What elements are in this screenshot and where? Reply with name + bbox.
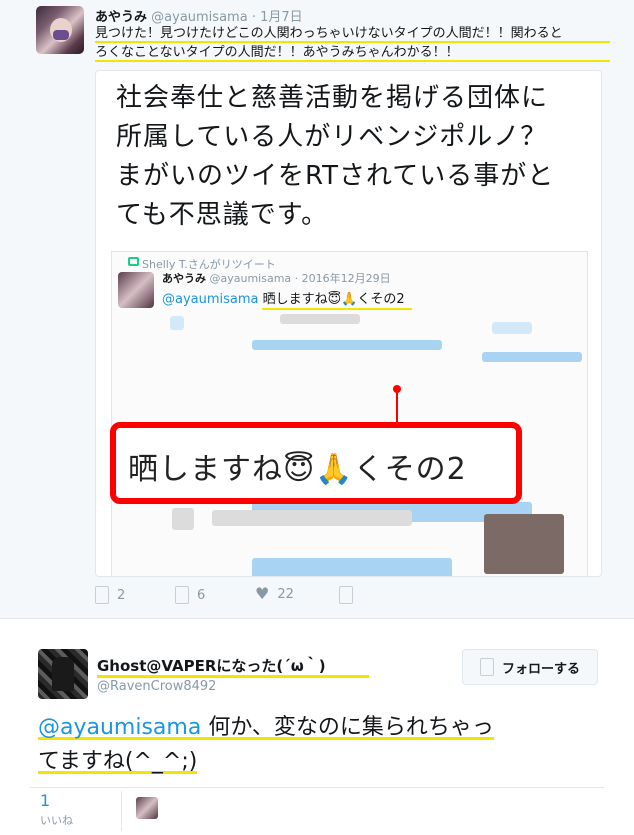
highlight-underline [262,308,412,310]
blurred-content [484,514,564,574]
callout-pointer-line [396,389,398,425]
quoted-tweet: あやうみ @ayaumisama · 1月7日 見つけた！見つけたけどこの人関わ… [0,0,634,618]
reply-button[interactable]: 2 [95,586,125,604]
blurred-content [212,510,412,526]
liker-avatar[interactable] [136,797,158,819]
retweet-icon [128,257,139,266]
reply-text: @ayaumisama 何か、変なのに集られちゃっ てますね(^_^;) [38,711,598,779]
attached-image[interactable]: 社会奉仕と慈善活動を掲げる団体に 所属している人がリベンジポルノ？ まがいのツイ… [95,70,602,577]
avatar[interactable] [36,6,84,54]
reply-count: 2 [117,587,126,603]
tweet-text-line: 見つけた！見つけたけどこの人関わっちゃいけないタイプの人間だ！！関わると [95,24,610,43]
follow-label: フォローする [501,661,580,677]
handle-date: @ayaumisama · 2016年12月29日 [209,272,391,285]
avatar[interactable] [38,649,88,699]
blurred-content [172,508,194,530]
blurred-content [492,322,532,334]
blurred-content [482,352,582,362]
mention: @ayaumisama [162,292,259,307]
divider [30,787,604,788]
reply-icon [95,586,109,604]
reply-text-body: 何か、変なのに集られちゃっ [201,715,494,740]
tweet-text-line: ろくなことないタイプの人間だ！！あやうみちゃんわかる！！ [95,43,610,62]
reply-text-line: てますね(^_^;) [38,745,598,779]
mention-link[interactable]: @ayaumisama [38,715,201,740]
avatar-mask [53,30,69,40]
like-button[interactable]: ♥ 22 [255,586,294,602]
retweet-button[interactable]: 6 [175,586,205,604]
image-text-line: ても不思議です。 [116,200,329,230]
retweet-count: 6 [197,587,206,603]
tweet-header: あやうみ @ayaumisama · 1月7日 [95,6,303,25]
tweet-date[interactable]: 1月7日 [260,10,303,25]
reply-tweet: Ghost@VAPERになった(´ω｀) @RavenCrow8492 フォロー… [0,618,634,835]
blurred-content [252,340,442,350]
tweet-text: 見つけた！見つけたけどこの人関わっちゃいけないタイプの人間だ！！関わると ろくな… [95,24,610,62]
embedded-screenshot: Shelly T.さんがリツイート あやうみ @ayaumisama · 201… [111,251,588,576]
tweet-actions: 2 6 ♥ 22 [95,584,495,610]
follow-icon [479,658,494,676]
avatar [118,272,154,308]
image-text-line: まがいのツイをRTされている事がと [116,161,555,191]
blurred-content [252,558,452,576]
inner-tweet-header: あやうみ @ayaumisama · 2016年12月29日 [162,270,391,286]
blurred-content [170,316,184,330]
more-button[interactable] [339,586,353,604]
image-text-line: 社会奉仕と慈善活動を掲げる団体に [116,83,549,113]
reply-text-body: てますね(^_^;) [38,749,198,774]
highlight-underline [97,675,369,678]
inner-tweet-text: @ayaumisama 晒しますね😇🙏くその2 [162,288,405,307]
follow-button[interactable]: フォローする [462,649,598,685]
more-icon [339,586,353,604]
image-text: 社会奉仕と慈善活動を掲げる団体に 所属している人がリベンジポルノ？ まがいのツイ… [116,79,586,235]
reply-text-line: @ayaumisama 何か、変なのに集られちゃっ [38,711,598,745]
display-name[interactable]: Ghost@VAPERになった(´ω｀) [97,655,326,676]
handle[interactable]: @ayaumisama [151,10,248,25]
zoom-callout: 晒しますね😇🙏くその2 [110,422,522,504]
inner-tweet-body: 晒しますね😇🙏くその2 [258,292,405,307]
likes-label: いいね [40,814,73,827]
separator-dot: · [251,10,256,25]
callout-text: 晒しますね😇🙏くその2 [128,452,467,487]
image-text-line: 所属している人がリベンジポルノ？ [116,122,548,152]
handle[interactable]: @RavenCrow8492 [97,679,216,694]
likes-count[interactable]: 1 [40,791,50,810]
heart-icon: ♥ [255,584,270,603]
display-name[interactable]: あやうみ [95,10,147,25]
retweet-icon [175,586,189,604]
divider [121,791,122,831]
blurred-content [280,314,360,324]
like-count: 22 [277,586,294,602]
display-name: あやうみ [162,272,206,285]
